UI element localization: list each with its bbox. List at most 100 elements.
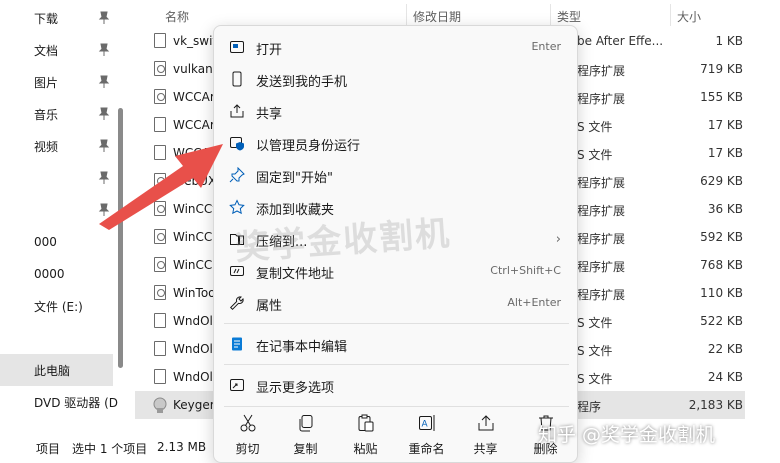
sidebar-item-downloads[interactable]: 下载 (0, 2, 120, 34)
sidebar-item-label: 视频 (34, 139, 59, 154)
menu-item-edit-in-notepad[interactable]: 在记事本中编辑 (219, 329, 573, 359)
file-size: 522 KB (700, 314, 743, 328)
share-icon (230, 104, 244, 118)
share-icon (478, 415, 494, 431)
menu-item-send-to-phone[interactable]: 发送到我的手机 (219, 64, 573, 94)
sidebar-item-pictures[interactable]: 图片 (0, 66, 120, 98)
file-type: be After Effe... (577, 34, 664, 48)
file-name: WCCAr (173, 90, 215, 104)
column-header-size[interactable]: 大小 (677, 8, 701, 25)
menu-item-pin-to-start[interactable]: 固定到"开始" (219, 160, 573, 190)
pin-icon (98, 107, 110, 120)
status-size: 2.13 MB (157, 440, 207, 454)
file-name: Keyger (173, 398, 215, 412)
rename-label: 重命名 (408, 442, 445, 456)
wrench-icon (229, 296, 244, 311)
copy-label: 复制 (293, 442, 318, 456)
file-type: 程序扩展 (577, 260, 626, 274)
file-type: 程序扩展 (577, 232, 626, 246)
file-size: 36 KB (707, 202, 743, 216)
pin-icon (98, 43, 110, 56)
sidebar-item-label: 音乐 (34, 107, 59, 122)
file-type: S 文件 (577, 316, 613, 330)
column-divider[interactable] (550, 4, 551, 26)
file-type: S 文件 (577, 148, 613, 162)
dll-file-icon (154, 61, 166, 76)
sidebar-item-label: 000 (34, 235, 57, 249)
dll-file-icon (154, 257, 166, 272)
file-size: 2,183 KB (688, 398, 743, 412)
menu-separator (224, 406, 569, 407)
sidebar-item-documents[interactable]: 文档 (0, 34, 120, 66)
status-item-count: 项目 (36, 442, 61, 456)
paste-icon (358, 414, 374, 432)
cut-icon (240, 414, 256, 432)
file-size: 155 KB (700, 90, 743, 104)
file-size: 110 KB (700, 286, 743, 300)
file-type: 程序扩展 (577, 176, 626, 190)
share-button[interactable]: 共享 (458, 413, 513, 463)
copy-button[interactable]: 复制 (278, 413, 333, 463)
file-size: 768 KB (700, 258, 743, 272)
menu-item-label: 在记事本中编辑 (256, 340, 348, 355)
file-name: WinToo (173, 286, 216, 300)
menu-item-show-more-options[interactable]: 显示更多选项 (219, 370, 573, 400)
status-selection: 选中 1 个项目 (72, 442, 148, 456)
menu-item-share[interactable]: 共享 (219, 96, 573, 126)
file-size: 629 KB (700, 174, 743, 188)
sidebar-item-folder-0000[interactable]: 0000 (0, 258, 120, 290)
more-options-icon (230, 379, 244, 391)
menu-item-label: 固定到"开始" (256, 171, 333, 186)
file-name: WCCAr (173, 118, 215, 132)
file-type: 程序扩展 (577, 288, 626, 302)
sidebar-item-label: 0000 (34, 267, 65, 281)
sidebar-item-label: 文档 (34, 43, 59, 58)
chevron-right-icon: › (555, 232, 561, 247)
file-type: S 文件 (577, 344, 613, 358)
keygen-app-icon (153, 397, 167, 413)
paste-label: 粘贴 (353, 442, 378, 456)
sidebar-item-dvd-drive[interactable]: DVD 驱动器 (D (0, 386, 120, 418)
menu-separator (224, 364, 569, 365)
menu-item-shortcut: Ctrl+Shift+C (490, 264, 561, 277)
column-divider[interactable] (406, 4, 407, 26)
pin-icon (98, 75, 110, 88)
cut-button[interactable]: 剪切 (220, 413, 275, 463)
rename-icon: A (419, 415, 435, 431)
file-name: WndOl (173, 342, 213, 356)
sidebar-item-drive-e[interactable]: 文件 (E:) (0, 290, 120, 322)
file-size: 719 KB (700, 62, 743, 76)
dll-file-icon (154, 285, 166, 300)
menu-item-label: 以管理员身份运行 (256, 139, 361, 154)
annotation-arrow (99, 144, 223, 230)
sidebar-item-label: 图片 (34, 75, 59, 90)
menu-item-label: 属性 (256, 299, 283, 314)
sidebar-item-label: 文件 (E:) (34, 299, 83, 314)
file-name: WndOl (173, 370, 213, 384)
rename-button[interactable]: A 重命名 (399, 413, 454, 463)
sidebar-item-music[interactable]: 音乐 (0, 98, 120, 130)
menu-item-run-as-admin[interactable]: 以管理员身份运行 (219, 128, 573, 158)
menu-item-open[interactable]: 打开 Enter (219, 32, 573, 62)
sidebar-item-label: DVD 驱动器 (D (34, 395, 119, 410)
column-header-modified[interactable]: 修改日期 (413, 8, 461, 25)
text-file-icon (154, 33, 166, 48)
file-size: 17 KB (707, 146, 743, 160)
copy-icon (299, 415, 313, 432)
share-label: 共享 (473, 442, 498, 456)
paste-button[interactable]: 粘贴 (338, 413, 393, 463)
file-icon (154, 341, 166, 356)
column-divider[interactable] (670, 4, 671, 26)
column-header-name[interactable]: 名称 (165, 8, 189, 25)
phone-icon (232, 71, 242, 87)
menu-item-label: 显示更多选项 (256, 381, 335, 396)
sidebar-item-this-pc[interactable]: 此电脑 (0, 354, 113, 386)
svg-text:A: A (422, 420, 429, 430)
menu-item-properties[interactable]: 属性 Alt+Enter (219, 288, 573, 318)
menu-item-label: 发送到我的手机 (256, 75, 348, 90)
file-type: 程序扩展 (577, 204, 626, 218)
dll-file-icon (154, 89, 166, 104)
column-header-type[interactable]: 类型 (557, 8, 581, 25)
file-icon (154, 369, 166, 384)
file-type: 程序扩展 (577, 64, 626, 78)
